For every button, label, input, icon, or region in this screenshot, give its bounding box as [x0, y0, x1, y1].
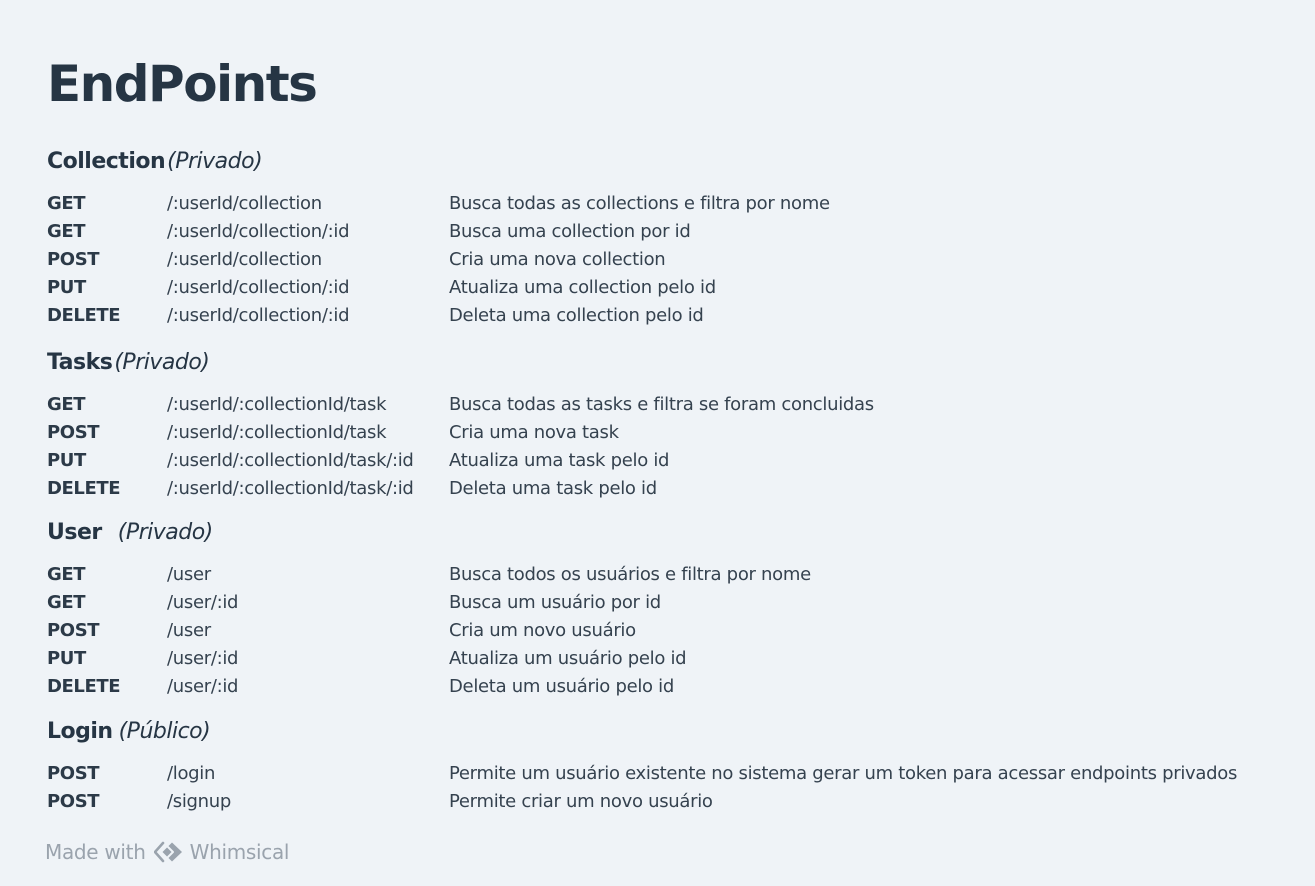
page-title: EndPoints [47, 55, 318, 113]
section-collection: Collection (Privado) GET /:userId/collectio… [47, 148, 830, 330]
endpoint-path: /login [167, 763, 216, 784]
endpoint-row: GET /:userId/collection Busca todas as col… [47, 190, 830, 218]
section-user: User (Privado) GET/user Busca todos os usuá… [47, 519, 811, 701]
http-method: POST [47, 422, 100, 443]
http-method: GET [47, 394, 86, 415]
whimsical-logo-icon [153, 841, 184, 863]
endpoint-row: DELETE /:userId/:collectionId/task/:id Del… [47, 475, 874, 503]
endpoint-description: Busca todos os usuários e filtra por nom… [449, 564, 811, 585]
endpoint-path: /:userId/collection/:id [167, 221, 350, 242]
endpoint-description: Deleta uma collection pelo id [449, 305, 704, 326]
endpoint-path: /:userId/:collectionId/task/:id [167, 478, 414, 499]
endpoint-description: Cria um novo usuário [449, 620, 636, 641]
section-access-label: (Privado) [167, 149, 263, 174]
endpoint-path: /user [167, 564, 211, 585]
endpoint-row: POST /:userId/:collectionId/task Cria uma … [47, 419, 874, 447]
endpoint-description: Permite um usuário existente no sistema … [449, 763, 1238, 784]
section-tasks: Tasks (Privado) GET /:userId/:collectionId/… [47, 349, 874, 503]
http-method: PUT [47, 277, 86, 298]
endpoint-path: /user/:id [167, 592, 239, 613]
endpoint-row: DELETE/user/:id Deleta um usuário pelo id [47, 673, 811, 701]
http-method: PUT [47, 450, 86, 471]
section-heading: Collection (Privado) [47, 148, 830, 176]
endpoint-description: Atualiza um usuário pelo id [449, 648, 687, 669]
section-name: Login [47, 719, 113, 744]
endpoint-list: POST/login Permite um usuário existente n… [47, 760, 1237, 816]
endpoints-document: EndPoints Collection (Privado) GET/:userId… [47, 52, 1297, 812]
endpoint-path: /:userId/:collectionId/task [167, 422, 387, 443]
section-heading: User (Privado) [47, 519, 811, 547]
http-method: GET [47, 221, 86, 242]
section-access-label: (Público) [118, 719, 211, 744]
endpoint-list: GET/user Busca todos os usuários e filtra… [47, 561, 811, 701]
endpoint-row: PUT /:userId/collection/:id Atualiza uma c… [47, 274, 830, 302]
endpoint-row: GET/user/:id Busca um usuário por id [47, 589, 811, 617]
endpoint-path: /:userId/collection [167, 249, 322, 270]
endpoint-row: DELETE /:userId/collection/:id Deleta uma … [47, 302, 830, 330]
section-access-label: (Privado) [117, 520, 214, 545]
endpoint-row: PUT /:userId/:collectionId/task/:id Atuali… [47, 447, 874, 475]
endpoint-path: /:userId/collection/:id [167, 277, 350, 298]
endpoint-path: /:userId/:collectionId/task/:id [167, 450, 414, 471]
endpoint-description: Cria uma nova task [449, 422, 619, 443]
http-method: DELETE [47, 478, 121, 499]
http-method: GET [47, 564, 86, 585]
http-method: POST [47, 620, 100, 641]
endpoint-row: GET/user Busca todos os usuários e filtra… [47, 561, 811, 589]
section-login: Login (Público) POST/login Permite um usuár… [47, 718, 1237, 816]
http-method: DELETE [47, 305, 121, 326]
section-heading: Login (Público) [47, 718, 1237, 746]
endpoint-row: POST/signup Permite criar um novo usuário [47, 788, 1237, 816]
section-name: Tasks [47, 350, 113, 375]
endpoint-description: Busca um usuário por id [449, 592, 661, 613]
endpoint-row: POST/login Permite um usuário existente n… [47, 760, 1237, 788]
http-method: PUT [47, 648, 86, 669]
endpoint-list: GET /:userId/collection Busca todas as col… [47, 190, 830, 330]
endpoint-row: GET /:userId/:collectionId/task Busca toda… [47, 391, 874, 419]
endpoint-description: Atualiza uma task pelo id [449, 450, 670, 471]
endpoint-description: Busca todas as tasks e filtra se foram c… [449, 394, 874, 415]
endpoint-path: /:userId/collection/:id [167, 305, 350, 326]
http-method: POST [47, 249, 100, 270]
endpoint-path: /:userId/collection [167, 193, 322, 214]
endpoint-row: POST/user Cria um novo usuário [47, 617, 811, 645]
endpoint-path: /user/:id [167, 648, 239, 669]
made-with-label: Made with [45, 840, 146, 864]
http-method: POST [47, 763, 100, 784]
endpoint-row: GET /:userId/collection/:id Busca uma coll… [47, 218, 830, 246]
section-heading: Tasks (Privado) [47, 349, 874, 377]
http-method: POST [47, 791, 100, 812]
endpoint-description: Busca uma collection por id [449, 221, 691, 242]
endpoint-row: PUT/user/:id Atualiza um usuário pelo id [47, 645, 811, 673]
endpoint-path: /user/:id [167, 676, 239, 697]
made-with-footer[interactable]: Made with Whimsical [45, 838, 289, 866]
endpoint-description: Deleta uma task pelo id [449, 478, 657, 499]
endpoint-description: Atualiza uma collection pelo id [449, 277, 716, 298]
section-name: Collection [47, 149, 166, 174]
endpoint-description: Busca todas as collections e filtra por … [449, 193, 830, 214]
endpoint-path: /user [167, 620, 211, 641]
http-method: GET [47, 193, 86, 214]
http-method: GET [47, 592, 86, 613]
whimsical-brand-label: Whimsical [189, 840, 290, 864]
endpoint-description: Cria uma nova collection [449, 249, 666, 270]
endpoint-description: Deleta um usuário pelo id [449, 676, 675, 697]
endpoint-description: Permite criar um novo usuário [449, 791, 713, 812]
endpoint-list: GET /:userId/:collectionId/task Busca toda… [47, 391, 874, 503]
section-name: User [47, 520, 102, 545]
section-access-label: (Privado) [114, 350, 210, 375]
endpoint-row: POST /:userId/collection Cria uma nova col… [47, 246, 830, 274]
http-method: DELETE [47, 676, 121, 697]
endpoint-path: /:userId/:collectionId/task [167, 394, 387, 415]
endpoint-path: /signup [167, 791, 232, 812]
